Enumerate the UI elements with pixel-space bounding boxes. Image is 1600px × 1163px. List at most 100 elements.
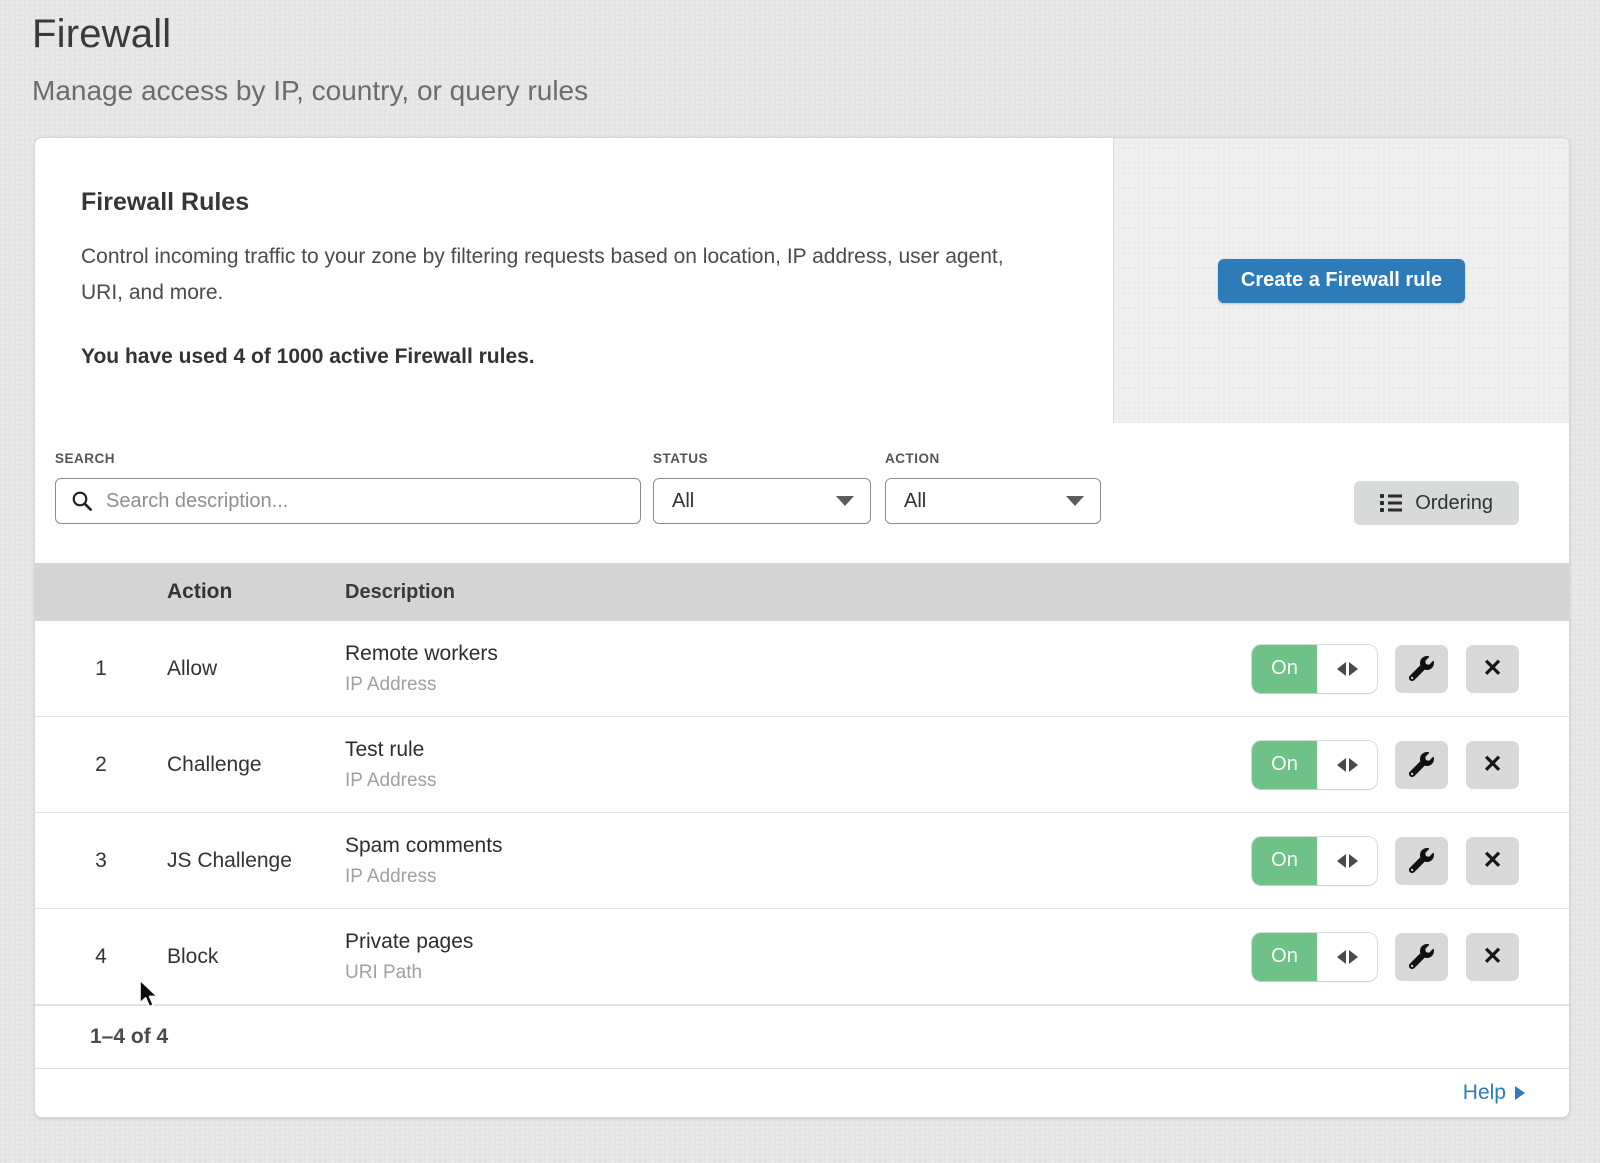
help-row: Help <box>35 1068 1569 1117</box>
filters-bar: SEARCH STATUS All ACTION All <box>35 423 1569 563</box>
rule-action: Block <box>167 945 345 969</box>
edit-rule-button[interactable] <box>1395 933 1448 981</box>
resize-arrows-icon <box>1349 662 1358 676</box>
table-row: 2 Challenge Test rule IP Address On ✕ <box>35 717 1569 813</box>
column-header-description: Description <box>345 581 1569 604</box>
search-input[interactable] <box>55 478 641 524</box>
rule-number: 3 <box>35 849 167 873</box>
rule-field: IP Address <box>345 674 1252 696</box>
rule-description: Private pages <box>345 930 1252 954</box>
rule-action: Allow <box>167 657 345 681</box>
intro-text-block: Firewall Rules Control incoming traffic … <box>35 138 1113 423</box>
page-title: Firewall <box>32 12 1600 57</box>
close-icon: ✕ <box>1482 945 1502 969</box>
rule-controls: On ✕ <box>1252 741 1569 789</box>
rule-description-cell: Remote workers IP Address <box>345 642 1252 696</box>
resize-arrows-icon <box>1337 662 1346 676</box>
close-icon: ✕ <box>1482 849 1502 873</box>
wrench-icon <box>1409 752 1434 777</box>
rule-controls: On ✕ <box>1252 837 1569 885</box>
table-row: 1 Allow Remote workers IP Address On ✕ <box>35 621 1569 717</box>
caret-down-icon <box>1066 496 1084 506</box>
table-row: 4 Block Private pages URI Path On ✕ <box>35 909 1569 1005</box>
rule-description-cell: Private pages URI Path <box>345 930 1252 984</box>
rule-controls: On ✕ <box>1252 645 1569 693</box>
delete-rule-button[interactable]: ✕ <box>1466 837 1519 885</box>
toggle-on-segment: On <box>1252 933 1317 981</box>
action-select[interactable]: All <box>885 478 1101 524</box>
rule-description-cell: Spam comments IP Address <box>345 834 1252 888</box>
toggle-drag-handle[interactable] <box>1317 645 1377 693</box>
toggle-on-segment: On <box>1252 741 1317 789</box>
pagination-text: 1–4 of 4 <box>90 1025 168 1049</box>
rule-toggle[interactable]: On <box>1252 645 1377 693</box>
pagination-row: 1–4 of 4 <box>35 1005 1569 1068</box>
list-icon <box>1380 493 1402 513</box>
status-label: STATUS <box>653 451 871 466</box>
edit-rule-button[interactable] <box>1395 645 1448 693</box>
table-header: Action Description <box>35 563 1569 621</box>
card-top-section: Firewall Rules Control incoming traffic … <box>35 138 1569 423</box>
toggle-drag-handle[interactable] <box>1317 837 1377 885</box>
search-icon <box>71 490 93 512</box>
action-filter-group: ACTION All <box>885 451 1101 524</box>
rule-action: JS Challenge <box>167 849 345 873</box>
help-arrow-icon <box>1515 1086 1525 1100</box>
rule-field: URI Path <box>345 962 1252 984</box>
ordering-button[interactable]: Ordering <box>1354 481 1519 525</box>
create-rule-panel: Create a Firewall rule <box>1113 138 1569 423</box>
wrench-icon <box>1409 944 1434 969</box>
resize-arrows-icon <box>1349 854 1358 868</box>
firewall-rules-card: Firewall Rules Control incoming traffic … <box>34 137 1570 1118</box>
wrench-icon <box>1409 656 1434 681</box>
close-icon: ✕ <box>1482 753 1502 777</box>
page-header: Firewall Manage access by IP, country, o… <box>0 0 1600 107</box>
page-subtitle: Manage access by IP, country, or query r… <box>32 75 1600 107</box>
delete-rule-button[interactable]: ✕ <box>1466 741 1519 789</box>
rule-description: Test rule <box>345 738 1252 762</box>
delete-rule-button[interactable]: ✕ <box>1466 933 1519 981</box>
status-select[interactable]: All <box>653 478 871 524</box>
resize-arrows-icon <box>1349 950 1358 964</box>
search-input-wrap <box>55 478 641 524</box>
table-row: 3 JS Challenge Spam comments IP Address … <box>35 813 1569 909</box>
search-filter-group: SEARCH <box>55 451 641 524</box>
search-label: SEARCH <box>55 451 641 466</box>
rule-field: IP Address <box>345 866 1252 888</box>
rules-usage-text: You have used 4 of 1000 active Firewall … <box>81 345 1067 369</box>
status-select-value: All <box>672 490 694 513</box>
edit-rule-button[interactable] <box>1395 837 1448 885</box>
rule-description: Spam comments <box>345 834 1252 858</box>
action-select-value: All <box>904 490 926 513</box>
help-link[interactable]: Help <box>1463 1081 1525 1105</box>
rule-controls: On ✕ <box>1252 933 1569 981</box>
card-description: Control incoming traffic to your zone by… <box>81 239 1031 311</box>
resize-arrows-icon <box>1337 950 1346 964</box>
action-label: ACTION <box>885 451 1101 466</box>
delete-rule-button[interactable]: ✕ <box>1466 645 1519 693</box>
card-heading: Firewall Rules <box>81 188 1067 217</box>
rule-action: Challenge <box>167 753 345 777</box>
rule-toggle[interactable]: On <box>1252 837 1377 885</box>
rule-toggle[interactable]: On <box>1252 933 1377 981</box>
edit-rule-button[interactable] <box>1395 741 1448 789</box>
ordering-button-label: Ordering <box>1415 492 1493 515</box>
resize-arrows-icon <box>1337 758 1346 772</box>
toggle-on-segment: On <box>1252 645 1317 693</box>
rule-number: 1 <box>35 657 167 681</box>
toggle-drag-handle[interactable] <box>1317 933 1377 981</box>
resize-arrows-icon <box>1337 854 1346 868</box>
rule-number: 2 <box>35 753 167 777</box>
close-icon: ✕ <box>1482 657 1502 681</box>
rule-description: Remote workers <box>345 642 1252 666</box>
toggle-drag-handle[interactable] <box>1317 741 1377 789</box>
rule-description-cell: Test rule IP Address <box>345 738 1252 792</box>
help-link-label: Help <box>1463 1081 1506 1105</box>
rule-toggle[interactable]: On <box>1252 741 1377 789</box>
rule-field: IP Address <box>345 770 1252 792</box>
create-firewall-rule-button[interactable]: Create a Firewall rule <box>1218 259 1465 303</box>
toggle-on-segment: On <box>1252 837 1317 885</box>
status-filter-group: STATUS All <box>653 451 871 524</box>
wrench-icon <box>1409 848 1434 873</box>
caret-down-icon <box>836 496 854 506</box>
